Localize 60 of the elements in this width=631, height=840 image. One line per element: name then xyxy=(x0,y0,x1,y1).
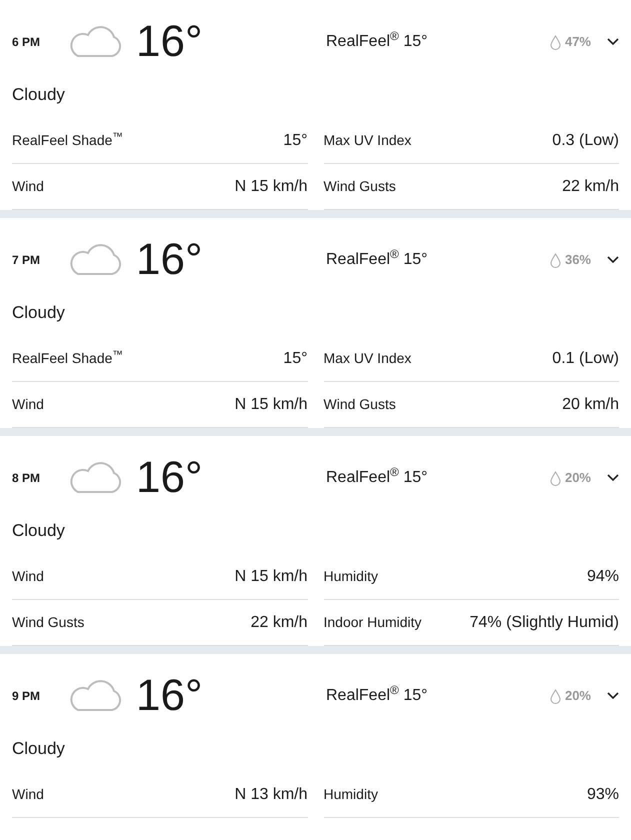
detail-label: Humidity xyxy=(324,785,378,804)
precipitation-chance: 20% xyxy=(564,687,591,706)
condition-text: Cloudy xyxy=(12,520,65,542)
detail-value: 0.1 (Low) xyxy=(552,348,619,368)
chevron-down-icon[interactable] xyxy=(607,474,619,482)
condition-text: Cloudy xyxy=(12,302,65,324)
condition-text: Cloudy xyxy=(12,84,65,106)
chevron-down-icon[interactable] xyxy=(607,256,619,264)
detail-value: N 15 km/h xyxy=(234,394,308,414)
realfeel-label: RealFeel$^{®}$ 15° xyxy=(326,248,428,270)
detail-label: Wind Gusts xyxy=(12,613,84,632)
realfeel-label: RealFeel$^{®}$ 15° xyxy=(326,30,428,52)
detail-label: Wind xyxy=(12,395,44,414)
detail-label: Wind Gusts xyxy=(324,177,396,196)
detail-label: Wind xyxy=(12,785,44,804)
detail-value: 93% xyxy=(586,784,619,804)
detail-value: 15° xyxy=(283,130,308,150)
chevron-down-icon[interactable] xyxy=(607,38,619,46)
detail-value: 20 km/h xyxy=(562,394,619,414)
detail-value: 22 km/h xyxy=(250,612,308,632)
detail-value: N 15 km/h xyxy=(234,566,308,586)
realfeel-label: RealFeel$^{®}$ 15° xyxy=(326,684,428,706)
detail-value: 22 km/h xyxy=(562,176,619,196)
hour-label: 7 PM xyxy=(12,252,42,269)
detail-label: RealFeel Shade$^{™}$ xyxy=(12,130,123,150)
raindrop-icon xyxy=(550,470,561,486)
hour-label: 8 PM xyxy=(12,470,42,487)
precipitation-chance: 20% xyxy=(564,469,591,488)
raindrop-icon xyxy=(550,252,561,268)
detail-label: RealFeel Shade$^{™}$ xyxy=(12,348,123,368)
hour-label: 9 PM xyxy=(12,688,42,705)
precipitation-chance: 47% xyxy=(564,33,591,52)
detail-value: 15° xyxy=(283,348,308,368)
detail-label: Indoor Humidity xyxy=(324,613,422,632)
cloud-icon xyxy=(68,26,124,58)
detail-value: 0.3 (Low) xyxy=(552,130,619,150)
detail-value: 94% xyxy=(586,566,619,586)
temperature: 16° xyxy=(136,20,204,64)
detail-value: 74% (Slightly Humid) xyxy=(470,612,619,632)
detail-label: Wind xyxy=(12,567,44,586)
condition-text: Cloudy xyxy=(12,738,65,760)
raindrop-icon xyxy=(550,688,561,704)
detail-label: Wind xyxy=(12,177,44,196)
cloud-icon xyxy=(68,680,124,712)
temperature: 16° xyxy=(136,456,204,500)
detail-label: Wind Gusts xyxy=(324,395,396,414)
detail-value: N 15 km/h xyxy=(234,176,308,196)
realfeel-label: RealFeel$^{®}$ 15° xyxy=(326,466,428,488)
cloud-icon xyxy=(68,244,124,276)
detail-label: Humidity xyxy=(324,567,378,586)
temperature: 16° xyxy=(136,238,204,282)
detail-label: Max UV Index xyxy=(324,131,412,150)
temperature: 16° xyxy=(136,674,204,718)
cloud-icon xyxy=(68,462,124,494)
detail-value: N 13 km/h xyxy=(234,784,308,804)
precipitation-chance: 36% xyxy=(564,251,591,270)
detail-label: Max UV Index xyxy=(324,349,412,368)
hour-label: 6 PM xyxy=(12,34,42,51)
chevron-down-icon[interactable] xyxy=(607,692,619,700)
raindrop-icon xyxy=(550,34,561,50)
